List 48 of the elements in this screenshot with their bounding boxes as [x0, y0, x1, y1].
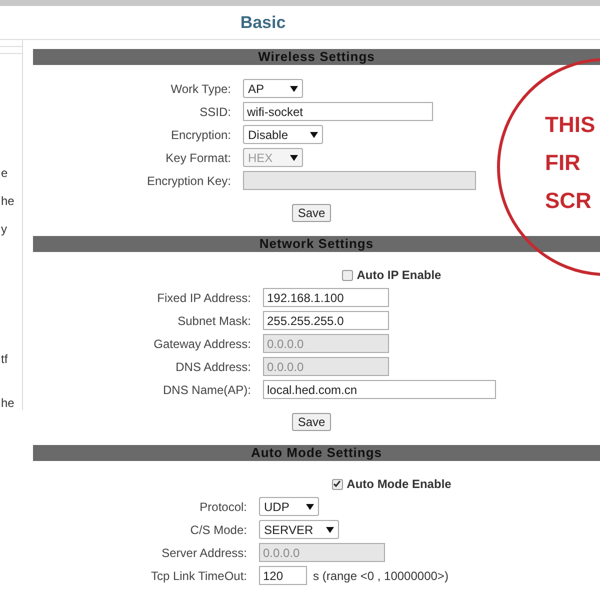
save-button[interactable]: Save: [292, 204, 332, 222]
checkbox-label: Auto IP Enable: [356, 267, 442, 284]
field-label: DNS Name(AP):: [162, 382, 252, 398]
dropdown[interactable]: SERVER: [259, 520, 339, 539]
field-label: Subnet Mask:: [176, 312, 252, 330]
dropdown[interactable]: AP: [243, 79, 303, 98]
input-field[interactable]: local.hed.com.cn: [263, 380, 496, 399]
field-label: Encryption Key:: [146, 172, 232, 190]
sidebar-text: he: [0, 194, 16, 208]
annotation-text: THIS: [545, 112, 596, 138]
field-label: Encryption:: [170, 126, 232, 144]
caret-icon: [326, 526, 334, 532]
field-label: SSID:: [198, 104, 232, 120]
field-label: C/S Mode:: [189, 522, 248, 538]
field-label: Protocol:: [198, 498, 248, 516]
check-icon: [333, 480, 342, 488]
field-label: DNS Address:: [174, 358, 252, 376]
save-button[interactable]: Save: [292, 413, 332, 431]
input-field[interactable]: 120: [259, 566, 307, 585]
field-label: Work Type:: [170, 80, 232, 98]
dropdown[interactable]: UDP: [259, 497, 319, 516]
caret-icon: [306, 504, 314, 510]
input-field[interactable]: 192.168.1.100: [263, 288, 389, 307]
field-label: Server Address:: [160, 544, 248, 562]
annotation-text: SCR: [545, 188, 592, 214]
field-label: Key Format:: [164, 150, 232, 166]
range-hint: s (range <0 , 10000000>): [313, 568, 448, 584]
annotation-text: FIR: [545, 150, 582, 176]
field-label: Fixed IP Address:: [156, 290, 252, 306]
caret-icon: [290, 154, 298, 160]
section-header: Auto Mode Settings: [33, 445, 600, 461]
input-field[interactable]: 255.255.255.0: [263, 311, 389, 330]
checkbox[interactable]: [342, 270, 353, 280]
sidebar-text: tf: [0, 352, 9, 366]
section-header: Network Settings: [33, 236, 600, 252]
field-label: Tcp Link TimeOut:: [150, 568, 248, 584]
checkbox[interactable]: [332, 478, 343, 490]
caret-icon: [310, 132, 318, 138]
sidebar-text: y: [0, 222, 8, 236]
input-field[interactable]: wifi-socket: [243, 102, 433, 121]
section-header: Wireless Settings: [33, 49, 600, 65]
dropdown[interactable]: Disable: [243, 125, 323, 144]
sidebar-text: he: [0, 396, 16, 410]
checkbox-label: Auto Mode Enable: [346, 476, 452, 493]
field-label: Gateway Address:: [152, 336, 252, 352]
sidebar-text: e: [0, 166, 9, 180]
page-title: Basic: [240, 12, 286, 34]
caret-icon: [290, 86, 298, 92]
